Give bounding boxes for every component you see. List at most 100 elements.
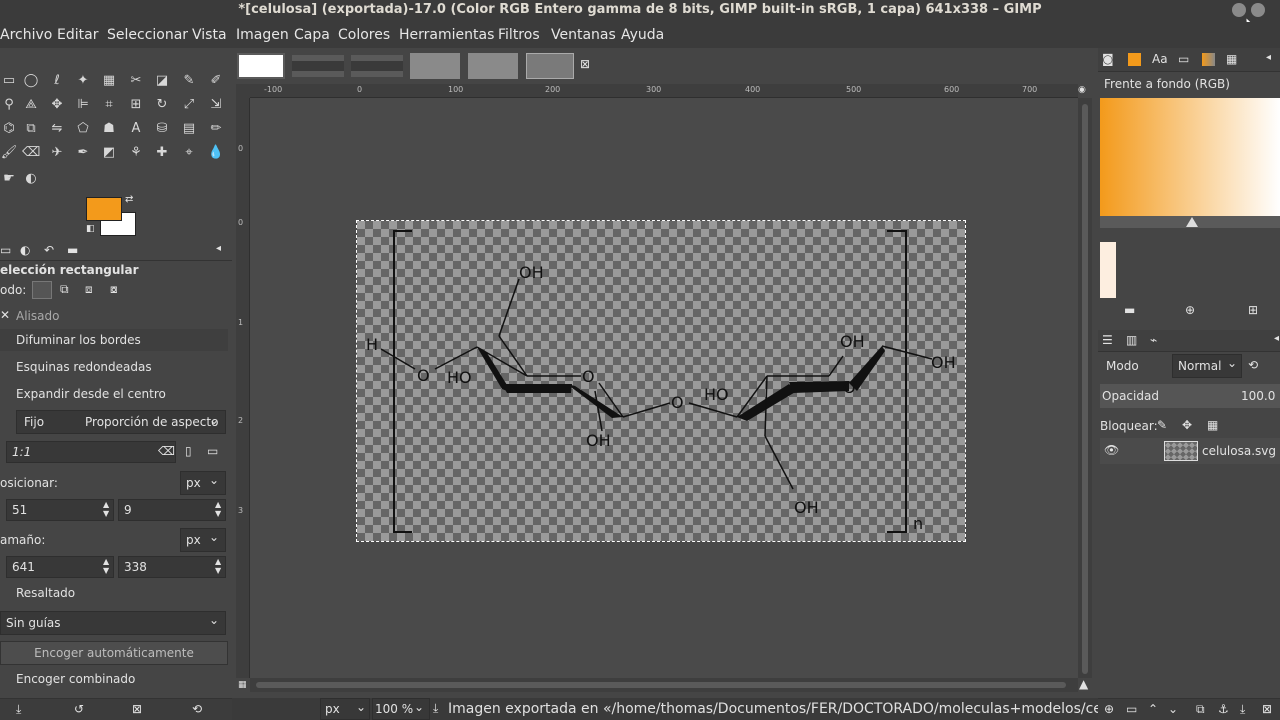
horizontal-scrollbar[interactable] <box>250 678 1078 692</box>
patterns-tab-icon[interactable]: ▦ <box>1226 52 1237 66</box>
layers-tab-icon[interactable]: ☰ <box>1102 333 1113 347</box>
shrink-merged-label[interactable]: Encoger combinado <box>16 672 135 686</box>
unified-transform-icon[interactable]: ⊞ <box>127 96 145 114</box>
default-colors-icon[interactable]: ◧ <box>86 224 95 234</box>
pos-y-input[interactable] <box>118 499 226 521</box>
pos-x-spinner-icon[interactable]: ▲ ▼ <box>103 500 109 518</box>
ellipse-select-icon[interactable]: ◯ <box>22 72 40 90</box>
undo-history-tab-icon[interactable]: ↶ <box>44 243 54 257</box>
vertical-scrollbar[interactable] <box>1078 98 1092 678</box>
menu-ayuda[interactable]: Ayuda <box>621 27 664 43</box>
new-layer-icon[interactable]: ⊕ <box>1104 702 1114 716</box>
3d-transform-icon[interactable]: ⧉ <box>22 120 40 138</box>
expand-label[interactable]: Expandir desde el centro <box>16 387 166 401</box>
image-tab-4[interactable] <box>410 53 460 79</box>
clone-icon[interactable]: ⚘ <box>127 144 145 162</box>
antialias-check-icon[interactable]: ✕ <box>0 308 10 322</box>
gradient-icon[interactable]: ▤ <box>180 120 198 138</box>
channels-tab-icon[interactable]: ▥ <box>1126 333 1137 347</box>
foreground-color-swatch[interactable] <box>86 197 122 221</box>
mode-add-icon[interactable]: ⧉ <box>60 282 69 297</box>
reset-options-icon[interactable]: ⟲ <box>192 702 202 716</box>
cage-icon[interactable]: ⬠ <box>74 120 92 138</box>
fg-bg-tab-icon[interactable]: ◙ <box>1102 52 1114 66</box>
zoom-fit-icon[interactable]: ▲ <box>1079 677 1088 691</box>
fuzzy-select-icon[interactable]: ✦ <box>74 72 92 90</box>
paths-tab-icon[interactable]: ⌁ <box>1150 333 1157 347</box>
layer-thumbnail[interactable] <box>1164 441 1198 461</box>
swap-colors-icon[interactable]: ⇄ <box>125 194 133 205</box>
configure-tab-icon[interactable]: ◂ <box>1274 333 1279 344</box>
menu-imagen[interactable]: Imagen <box>236 27 289 43</box>
menu-editar[interactable]: Editar <box>57 27 98 43</box>
gradient-stop-icon[interactable] <box>1186 217 1198 227</box>
menu-vista[interactable]: Vista <box>192 27 227 43</box>
menu-capa[interactable]: Capa <box>294 27 330 43</box>
document-tab-icon[interactable]: ▭ <box>1178 52 1189 66</box>
ruler-horizontal[interactable]: -100 0 100 200 300 400 500 600 700 <box>250 84 1078 98</box>
maximize-button[interactable] <box>1251 3 1265 17</box>
rotate-icon[interactable]: ↻ <box>153 96 171 114</box>
gradient-preview[interactable] <box>1100 98 1280 216</box>
color-history-swatch[interactable] <box>1100 242 1116 298</box>
menu-herramientas[interactable]: Herramientas <box>399 27 494 43</box>
ruler-vertical[interactable]: 0 0 1 2 3 <box>236 98 250 678</box>
perspective-icon[interactable]: ⌬ <box>0 120 18 138</box>
save-options-icon[interactable]: ⤓ <box>16 702 21 717</box>
measure-icon[interactable]: ⟁ <box>22 96 40 114</box>
lock-position-icon[interactable]: ✥ <box>1182 418 1192 432</box>
warp-icon[interactable]: ☗ <box>100 120 118 138</box>
image-tab-active[interactable] <box>526 53 574 79</box>
shear-icon[interactable]: ⇲ <box>207 96 225 114</box>
reset-mode-icon[interactable]: ⟲ <box>1248 358 1258 372</box>
vertical-scroll-thumb[interactable] <box>1082 104 1088 674</box>
ruler-corner[interactable] <box>236 84 250 98</box>
menu-seleccionar[interactable]: Seleccionar <box>107 27 188 43</box>
heal-icon[interactable]: ✚ <box>153 144 171 162</box>
menu-archivo[interactable]: Archivo <box>0 27 52 43</box>
configure-tab-icon[interactable]: ◂ <box>216 243 221 254</box>
quick-mask-icon[interactable]: ▦ <box>238 680 247 690</box>
scale-icon[interactable]: ⤢ <box>180 96 198 114</box>
height-spinner-icon[interactable]: ▲ ▼ <box>215 557 221 575</box>
color-picker-icon[interactable]: ✐ <box>207 72 225 90</box>
bucket-fill-icon[interactable]: ⛁ <box>153 120 171 138</box>
eraser-icon[interactable]: ⌫ <box>22 144 40 162</box>
landscape-icon[interactable]: ▭ <box>207 444 218 458</box>
paths-icon[interactable]: ✎ <box>180 72 198 90</box>
portrait-icon[interactable]: ▯ <box>185 444 192 458</box>
smudge-icon[interactable]: ☛ <box>0 170 18 188</box>
gradients-tab-icon[interactable] <box>1202 53 1215 66</box>
grid-icon[interactable]: ⊞ <box>1248 303 1258 317</box>
horizontal-scroll-thumb[interactable] <box>256 682 1066 688</box>
anchor-layer-icon[interactable]: ⚓ <box>1218 702 1229 716</box>
image-tab-5[interactable] <box>468 53 518 79</box>
text-tool-icon[interactable]: A <box>127 120 145 138</box>
ink-icon[interactable]: ✒ <box>74 144 92 162</box>
mode-intersect-icon[interactable]: ⧇ <box>110 282 118 297</box>
lock-alpha-icon[interactable]: ▦ <box>1207 418 1218 432</box>
layer-name[interactable]: celulosa.svg <box>1202 444 1276 458</box>
color-select-icon[interactable]: ▦ <box>100 72 118 90</box>
gradient-slider[interactable] <box>1100 216 1280 228</box>
mode-subtract-icon[interactable]: ⧈ <box>85 282 93 297</box>
eye-icon[interactable]: 👁 <box>1104 443 1119 457</box>
tool-options-tab-icon[interactable]: ▭ <box>0 243 11 257</box>
move-icon[interactable]: ✥ <box>48 96 66 114</box>
lower-layer-icon[interactable]: ⌄ <box>1168 702 1178 716</box>
rect-select-icon[interactable]: ▭ <box>0 72 18 90</box>
navigate-icon[interactable]: ◉ <box>1078 85 1086 95</box>
merge-layer-icon[interactable]: ⤓ <box>1240 702 1245 717</box>
minimize-button[interactable] <box>1232 3 1246 17</box>
dodge-burn-icon[interactable]: ◐ <box>22 170 40 188</box>
lasso-icon[interactable]: ℓ <box>48 72 66 90</box>
foreground-select-icon[interactable]: ◪ <box>153 72 171 90</box>
menu-ventanas[interactable]: Ventanas <box>551 27 616 43</box>
airbrush-icon[interactable]: ✈ <box>48 144 66 162</box>
configure-tab-icon[interactable]: ◂ <box>1266 52 1271 63</box>
perspective-clone-icon[interactable]: ⌖ <box>180 144 198 162</box>
palette-tab-icon[interactable] <box>1128 53 1141 66</box>
image-tab-1[interactable] <box>237 53 285 79</box>
pencil-icon[interactable]: ✏ <box>207 120 225 138</box>
delete-layer-icon[interactable]: ⊠ <box>1262 702 1272 716</box>
